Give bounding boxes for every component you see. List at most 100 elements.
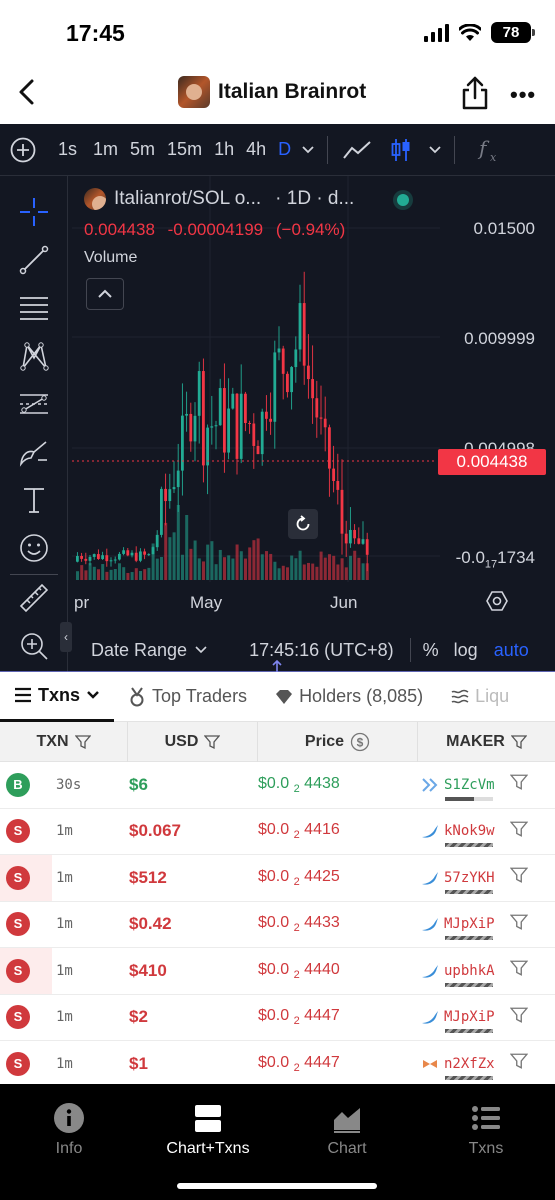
timeframe-1s[interactable]: 1s	[48, 139, 87, 160]
chart-settings-button[interactable]	[486, 590, 508, 617]
ruler-tool[interactable]	[16, 580, 52, 616]
volume-bar	[105, 571, 109, 580]
crosshair-tool[interactable]	[16, 194, 52, 230]
txn-type-badge: S	[6, 912, 30, 937]
table-row[interactable]: B 30s $6 $0.0 2 4438 S1ZcVm	[0, 762, 555, 809]
auto-scale-button[interactable]: auto	[494, 640, 529, 661]
candle-body	[256, 445, 260, 455]
txn-maker[interactable]: kNok9w	[420, 823, 495, 848]
tab-txns[interactable]: Txns	[0, 672, 115, 722]
back-button[interactable]	[12, 76, 44, 108]
nav-chart-txns[interactable]: Chart+Txns	[139, 1102, 277, 1158]
tab-top-traders[interactable]: Top Traders	[114, 672, 261, 722]
txn-price: $0.0 2 4425	[258, 867, 340, 888]
collapse-toolbar-button[interactable]: ‹	[60, 622, 72, 652]
volume-bar	[88, 563, 92, 580]
column-header-price[interactable]: Price $	[258, 721, 418, 762]
chevron-down-icon[interactable]	[428, 145, 442, 155]
table-row[interactable]: S 1m $1 $0.0 2 4447 n2XfZx	[0, 1041, 555, 1084]
column-header-txn[interactable]: TXN	[0, 721, 128, 762]
emoji-tool[interactable]	[16, 530, 52, 566]
maker-holding-bar	[445, 936, 493, 941]
pattern-tool[interactable]	[16, 338, 52, 374]
volume-axis-label: -0.0171734	[455, 548, 535, 571]
txn-maker[interactable]: upbhkA	[420, 963, 495, 987]
live-status-dot	[397, 194, 409, 206]
filter-maker-button[interactable]	[509, 1052, 529, 1075]
reset-chart-button[interactable]	[288, 509, 318, 539]
timeframe-4h[interactable]: 4h	[240, 139, 272, 160]
timeframe-1h[interactable]: 1h	[208, 139, 240, 160]
column-header-usd[interactable]: USD	[128, 721, 258, 762]
collapse-legend-button[interactable]	[86, 278, 124, 310]
table-row[interactable]: S 1m $410 $0.0 2 4440 upbhkA	[0, 948, 555, 995]
filter-maker-button[interactable]	[509, 913, 529, 936]
filter-maker-button[interactable]	[509, 1006, 529, 1029]
filter-maker-button[interactable]	[509, 959, 529, 982]
date-range-button[interactable]: Date Range	[91, 640, 187, 661]
line-chart-icon[interactable]	[342, 139, 372, 161]
horizontal-lines-tool[interactable]	[16, 290, 52, 326]
token-avatar-small	[84, 188, 106, 210]
candle-body	[357, 538, 361, 544]
zoom-tool[interactable]	[16, 628, 52, 664]
candle-body	[290, 367, 293, 393]
timeframe-5m[interactable]: 5m	[124, 139, 161, 160]
txn-maker[interactable]: MJpXiP	[420, 916, 495, 941]
txn-type-badge: B	[6, 772, 30, 797]
volume-bar	[302, 564, 306, 580]
txn-maker[interactable]: S1ZcVm	[420, 777, 495, 801]
volume-bar	[197, 558, 201, 580]
nav-txns[interactable]: Txns	[417, 1102, 555, 1158]
brush-tool[interactable]	[16, 434, 52, 470]
volume-bar	[256, 538, 260, 580]
candle-body	[105, 555, 109, 562]
table-row[interactable]: S 1m $0.067 $0.0 2 4416 kNok9w	[0, 809, 555, 855]
filter-maker-button[interactable]	[509, 773, 529, 796]
txn-maker[interactable]: n2XfZx	[420, 1056, 495, 1080]
txn-usd: $2	[129, 1007, 148, 1027]
table-row[interactable]: S 1m $0.42 $0.0 2 4433 MJpXiP	[0, 902, 555, 948]
volume-bar	[118, 563, 121, 580]
filter-maker-button[interactable]	[509, 866, 529, 889]
timeframe-d[interactable]: D	[272, 139, 297, 160]
volume-bar	[290, 555, 294, 580]
chart-area: 1s 1m 5m 15m 1h 4h D f x ‹ Italianrot/SO…	[0, 124, 555, 685]
txn-maker[interactable]: 57zYKH	[420, 870, 495, 894]
table-row[interactable]: S 1m $2 $0.0 2 4447 MJpXiP	[0, 995, 555, 1041]
candle-body	[218, 388, 222, 426]
nav-chart[interactable]: Chart	[278, 1102, 416, 1158]
share-button[interactable]	[460, 76, 492, 110]
tab-liquidity[interactable]: Liqu	[437, 672, 523, 722]
candle-body	[307, 365, 310, 380]
candlestick-icon[interactable]	[390, 137, 412, 163]
column-header-maker[interactable]: MAKER	[418, 722, 555, 762]
chevron-down-icon[interactable]	[301, 145, 315, 155]
candle-body	[193, 415, 197, 442]
add-indicator-icon[interactable]	[10, 137, 36, 163]
timeframe-15m[interactable]: 15m	[161, 139, 208, 160]
symbol-legend[interactable]: Italianrot/SOL o... · 1D · d...	[84, 188, 409, 210]
trendline-icon	[19, 245, 49, 275]
candles	[76, 271, 369, 572]
function-icon[interactable]: f x	[477, 137, 501, 163]
table-row[interactable]: S 1m $512 $0.0 2 4425 57zYKH	[0, 855, 555, 902]
tab-holders[interactable]: Holders (8,085)	[261, 672, 437, 722]
txn-age: 1m	[56, 916, 73, 933]
log-scale-button[interactable]: log	[454, 640, 478, 661]
text-tool[interactable]	[16, 482, 52, 518]
volume-bar	[155, 558, 159, 580]
filter-icon	[509, 960, 529, 977]
percent-scale-button[interactable]: %	[423, 640, 439, 661]
more-options-button[interactable]: •••	[510, 82, 536, 108]
forecast-tool[interactable]	[16, 386, 52, 422]
nav-info[interactable]: Info	[0, 1102, 138, 1158]
timeframe-1m[interactable]: 1m	[87, 139, 124, 160]
filter-maker-button[interactable]	[509, 820, 529, 843]
chevron-down-icon[interactable]	[195, 646, 207, 654]
maker-holding-bar	[445, 843, 493, 848]
battery-icon: 78	[491, 22, 535, 43]
txn-maker[interactable]: MJpXiP	[420, 1009, 495, 1034]
candle-body	[231, 393, 235, 409]
trendline-tool[interactable]	[16, 242, 52, 278]
